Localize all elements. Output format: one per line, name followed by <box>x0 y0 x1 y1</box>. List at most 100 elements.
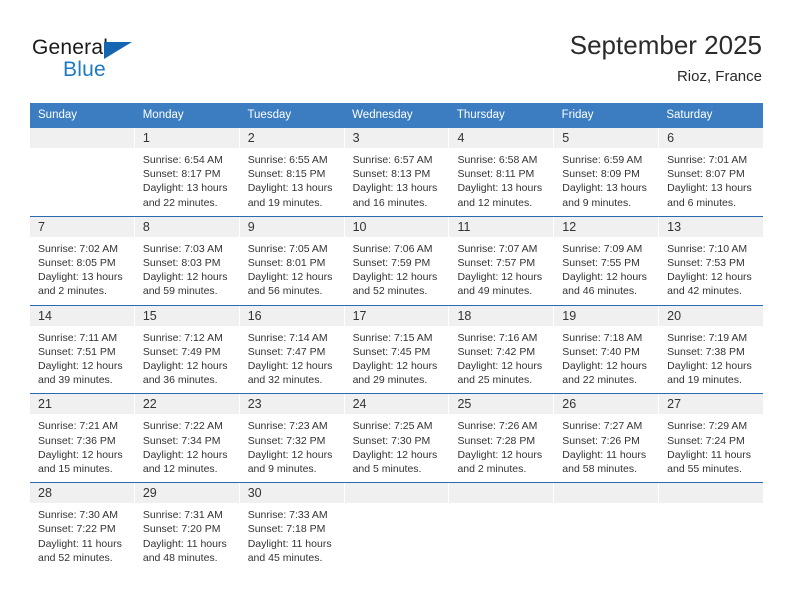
sunrise-text: Sunrise: 7:27 AM <box>562 420 643 433</box>
day-cell[interactable]: 15 Sunrise: 7:12 AM Sunset: 7:49 PM Dayligh… <box>134 305 240 394</box>
day-cell[interactable]: 2 Sunrise: 6:55 AM Sunset: 8:15 PM Daylight… <box>239 128 345 216</box>
day-details: Sunrise: 6:58 AM Sunset: 8:11 PM Daylight:… <box>449 148 553 216</box>
sunset-text: Sunset: 7:32 PM <box>247 434 326 447</box>
daylight-text: Daylight: 12 hours and 36 minutes. <box>142 360 228 387</box>
sunset-text: Sunset: 8:09 PM <box>562 168 640 181</box>
day-number <box>344 483 449 504</box>
day-number: 12 <box>554 216 659 237</box>
sunrise-text: Sunrise: 7:33 AM <box>247 509 328 522</box>
logo-text-blue: Blue <box>63 58 106 81</box>
page-header: General Blue September 2025 Rioz, France <box>30 28 762 92</box>
day-cell[interactable]: 6 Sunrise: 7:01 AM Sunset: 8:07 PM Daylight… <box>659 128 764 216</box>
day-cell[interactable]: 28 Sunrise: 7:30 AM Sunset: 7:22 PM Dayligh… <box>30 483 135 572</box>
day-cell[interactable]: 1 Sunrise: 6:54 AM Sunset: 8:17 PM Daylight… <box>134 128 240 216</box>
daylight-text: Daylight: 12 hours and 19 minutes. <box>667 360 752 387</box>
day-cell[interactable]: 25 Sunrise: 7:26 AM Sunset: 7:28 PM Dayligh… <box>449 394 555 483</box>
day-number: 25 <box>449 394 554 415</box>
sunset-text: Sunset: 7:26 PM <box>562 434 640 447</box>
day-details: Sunrise: 7:09 AM Sunset: 7:55 PM Daylight:… <box>554 237 658 305</box>
day-details: Sunrise: 7:06 AM Sunset: 7:59 PM Daylight:… <box>345 237 449 305</box>
day-number <box>449 483 554 504</box>
sunrise-text: Sunrise: 7:10 AM <box>667 242 748 255</box>
sunset-text: Sunset: 7:28 PM <box>457 434 536 447</box>
day-cell[interactable]: 12 Sunrise: 7:09 AM Sunset: 7:55 PM Dayligh… <box>554 216 660 305</box>
sunset-text: Sunset: 7:53 PM <box>667 257 745 270</box>
day-details: Sunrise: 7:14 AM Sunset: 7:47 PM Daylight:… <box>240 326 344 394</box>
day-cell[interactable]: 14 Sunrise: 7:11 AM Sunset: 7:51 PM Dayligh… <box>30 305 135 394</box>
sunrise-text: Sunrise: 7:12 AM <box>142 331 223 344</box>
sunrise-text: Sunrise: 6:58 AM <box>457 154 538 166</box>
day-number: 9 <box>239 216 344 237</box>
sunset-text: Sunset: 7:45 PM <box>352 345 431 358</box>
day-number: 10 <box>344 216 449 237</box>
day-cell[interactable]: 21 Sunrise: 7:21 AM Sunset: 7:36 PM Dayligh… <box>30 394 135 483</box>
day-details: Sunrise: 7:10 AM Sunset: 7:53 PM Daylight:… <box>659 237 763 305</box>
sunrise-text: Sunrise: 7:31 AM <box>142 509 223 522</box>
day-number: 2 <box>239 128 344 148</box>
day-number: 18 <box>449 305 554 326</box>
day-cell[interactable]: 30 Sunrise: 7:33 AM Sunset: 7:18 PM Dayligh… <box>239 483 345 572</box>
day-cell[interactable]: 19 Sunrise: 7:18 AM Sunset: 7:40 PM Dayligh… <box>554 305 660 394</box>
day-number: 14 <box>30 305 134 326</box>
day-details: Sunrise: 7:19 AM Sunset: 7:38 PM Daylight:… <box>659 326 763 394</box>
daylight-text: Daylight: 12 hours and 5 minutes. <box>352 448 438 476</box>
day-details: Sunrise: 7:11 AM Sunset: 7:51 PM Daylight:… <box>30 326 134 394</box>
sunset-text: Sunset: 7:22 PM <box>38 523 116 536</box>
daylight-text: Daylight: 12 hours and 56 minutes. <box>247 271 333 298</box>
day-cell[interactable]: 23 Sunrise: 7:23 AM Sunset: 7:32 PM Dayligh… <box>239 394 345 483</box>
sunset-text: Sunset: 7:30 PM <box>352 434 431 447</box>
daylight-text: Daylight: 12 hours and 9 minutes. <box>247 448 333 476</box>
day-cell[interactable]: 4 Sunrise: 6:58 AM Sunset: 8:11 PM Daylight… <box>449 128 555 216</box>
logo-text-general: General <box>32 36 109 59</box>
daylight-text: Daylight: 11 hours and 58 minutes. <box>562 448 647 476</box>
sunrise-text: Sunrise: 7:26 AM <box>457 420 538 433</box>
daylight-text: Daylight: 13 hours and 2 minutes. <box>38 271 123 298</box>
day-number: 29 <box>134 483 239 504</box>
sunset-text: Sunset: 7:38 PM <box>667 345 745 358</box>
daylight-text: Daylight: 12 hours and 25 minutes. <box>457 360 543 387</box>
sunset-text: Sunset: 7:57 PM <box>457 257 536 270</box>
day-cell[interactable]: 7 Sunrise: 7:02 AM Sunset: 8:05 PM Daylight… <box>30 216 135 305</box>
day-number: 15 <box>134 305 239 326</box>
day-cell[interactable]: 8 Sunrise: 7:03 AM Sunset: 8:03 PM Daylight… <box>134 216 240 305</box>
weekday-header-sunday: Sunday <box>38 109 78 121</box>
day-number: 27 <box>659 394 764 415</box>
general-blue-logo[interactable]: General Blue <box>32 36 152 88</box>
sunrise-text: Sunrise: 7:29 AM <box>667 420 748 433</box>
calendar-week-row: 7 Sunrise: 7:02 AM Sunset: 8:05 PM Daylight… <box>30 215 764 305</box>
daylight-text: Daylight: 12 hours and 12 minutes. <box>142 448 228 476</box>
day-cell[interactable]: 26 Sunrise: 7:27 AM Sunset: 7:26 PM Dayligh… <box>554 394 660 483</box>
title-block: September 2025 Rioz, France <box>570 28 762 88</box>
sunrise-text: Sunrise: 7:09 AM <box>562 242 643 255</box>
daylight-text: Daylight: 11 hours and 55 minutes. <box>667 448 752 476</box>
day-cell[interactable]: 11 Sunrise: 7:07 AM Sunset: 7:57 PM Dayligh… <box>449 216 555 305</box>
calendar-week-row: 1 Sunrise: 6:54 AM Sunset: 8:17 PM Daylight… <box>30 128 764 216</box>
day-cell[interactable]: 3 Sunrise: 6:57 AM Sunset: 8:13 PM Daylight… <box>344 128 450 216</box>
daylight-text: Daylight: 13 hours and 12 minutes. <box>457 182 543 209</box>
day-cell[interactable]: 17 Sunrise: 7:15 AM Sunset: 7:45 PM Dayligh… <box>344 305 450 394</box>
day-cell[interactable]: 18 Sunrise: 7:16 AM Sunset: 7:42 PM Dayligh… <box>449 305 555 394</box>
day-cell[interactable]: 22 Sunrise: 7:22 AM Sunset: 7:34 PM Dayligh… <box>134 394 240 483</box>
day-cell[interactable]: 16 Sunrise: 7:14 AM Sunset: 7:47 PM Dayligh… <box>239 305 345 394</box>
day-cell[interactable]: 9 Sunrise: 7:05 AM Sunset: 8:01 PM Daylight… <box>239 216 345 305</box>
sunset-text: Sunset: 7:51 PM <box>38 345 116 358</box>
day-number: 22 <box>134 394 239 415</box>
day-number: 20 <box>659 305 764 326</box>
weekday-header-saturday: Saturday <box>666 109 713 121</box>
day-number: 4 <box>449 128 554 148</box>
day-cell[interactable]: 13 Sunrise: 7:10 AM Sunset: 7:53 PM Dayligh… <box>659 216 764 305</box>
sunrise-text: Sunrise: 7:05 AM <box>247 242 328 255</box>
day-details: Sunrise: 6:59 AM Sunset: 8:09 PM Daylight:… <box>554 148 658 216</box>
day-cell[interactable]: 24 Sunrise: 7:25 AM Sunset: 7:30 PM Dayligh… <box>344 394 450 483</box>
day-number: 16 <box>239 305 344 326</box>
day-cell[interactable]: 29 Sunrise: 7:31 AM Sunset: 7:20 PM Dayligh… <box>134 483 240 572</box>
day-cell[interactable]: 10 Sunrise: 7:06 AM Sunset: 7:59 PM Dayligh… <box>344 216 450 305</box>
day-cell[interactable]: 5 Sunrise: 6:59 AM Sunset: 8:09 PM Daylight… <box>554 128 660 216</box>
day-number: 24 <box>344 394 449 415</box>
day-cell[interactable]: 27 Sunrise: 7:29 AM Sunset: 7:24 PM Dayligh… <box>659 394 764 483</box>
day-number: 30 <box>239 483 344 504</box>
sunset-text: Sunset: 7:40 PM <box>562 345 640 358</box>
day-cell[interactable]: 20 Sunrise: 7:19 AM Sunset: 7:38 PM Dayligh… <box>659 305 764 394</box>
daylight-text: Daylight: 13 hours and 22 minutes. <box>142 182 228 209</box>
daylight-text: Daylight: 12 hours and 2 minutes. <box>457 448 543 476</box>
